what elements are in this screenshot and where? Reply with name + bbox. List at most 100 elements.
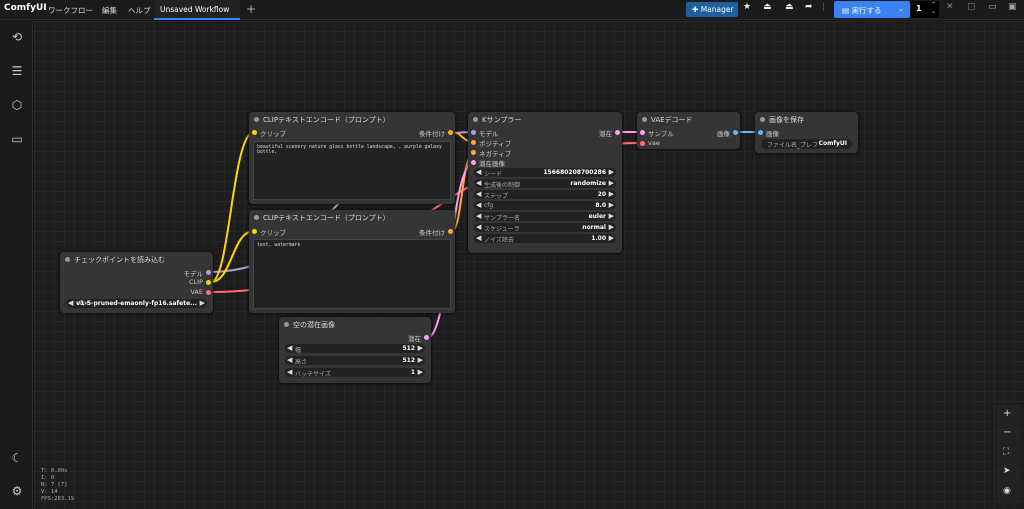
output-model-slot[interactable] <box>206 270 211 275</box>
settings-gear-icon[interactable]: ⚙ <box>9 484 25 498</box>
zoom-out-icon[interactable]: − <box>1003 427 1011 438</box>
theme-toggle-icon[interactable]: ☾ <box>9 451 25 465</box>
input-samples-slot[interactable] <box>640 130 645 135</box>
arrow-right-icon[interactable]: ▶ <box>609 234 614 242</box>
model-download-icon[interactable]: ⏏ <box>763 2 772 12</box>
arrow-right-icon[interactable]: ▶ <box>609 179 614 187</box>
arrow-left-icon[interactable]: ◀ <box>287 368 292 376</box>
input-model-slot[interactable] <box>471 130 476 135</box>
fit-view-icon[interactable]: ⛶ <box>1003 447 1009 457</box>
node-library-icon[interactable]: ⬡ <box>9 98 25 112</box>
ckpt-name-combo[interactable]: ◀ ckpt v1-5-pruned-emaonly-fp16.safete..… <box>66 299 207 308</box>
widget-label: サンプラー名 <box>484 215 520 222</box>
input-clip-slot[interactable] <box>252 130 257 135</box>
batch-size-widget[interactable]: ◀ バッチサイズ 1 ▶ <box>285 368 425 378</box>
prompt-textarea[interactable]: text, watermark <box>253 239 451 309</box>
star-icon[interactable]: ★ <box>743 2 751 12</box>
arrow-right-icon[interactable]: ▶ <box>609 190 614 198</box>
output-latent-slot[interactable] <box>424 335 429 340</box>
output-conditioning-slot[interactable] <box>448 130 453 135</box>
menu-help[interactable]: ヘルプ <box>128 5 151 16</box>
widget-value: 512 <box>402 357 415 364</box>
arrow-right-icon[interactable]: ▶ <box>609 201 614 209</box>
width-widget[interactable]: ◀ 幅 512 ▶ <box>285 344 425 354</box>
arrow-right-icon[interactable]: ▶ <box>418 356 423 364</box>
node-checkpoint-loader[interactable]: チェックポイントを読み込む モデル CLIP VAE ◀ ckpt v1-5-p… <box>60 252 213 313</box>
queue-icon[interactable]: ☰ <box>9 64 25 78</box>
new-tab-button[interactable]: + <box>246 2 256 16</box>
steps-widget[interactable]: ◀ ステップ 20 ▶ <box>474 190 616 200</box>
widget-label: 生成後の制御 <box>484 182 521 189</box>
node-title: CLIPテキストエンコード（プロンプト） <box>249 112 455 125</box>
arrow-left-icon[interactable]: ◀ <box>476 179 481 187</box>
zoom-in-icon[interactable]: + <box>1003 408 1011 419</box>
prompt-textarea[interactable]: beautiful scenery nature glass bottle la… <box>253 141 451 200</box>
output-clip-slot[interactable] <box>206 280 211 285</box>
arrow-left-icon[interactable]: ◀ <box>476 223 481 231</box>
node-save-image[interactable]: 画像を保存 画像 ファイル名_プレフ ComfyUI <box>755 112 858 153</box>
input-images-slot[interactable] <box>758 130 763 135</box>
denoise-widget[interactable]: ◀ ノイズ除去 1.00 ▶ <box>474 234 616 244</box>
arrow-left-icon[interactable]: ◀ <box>476 234 481 242</box>
arrow-left-icon[interactable]: ◀ <box>476 190 481 198</box>
node-empty-latent-image[interactable]: 空の潜在画像 潜在 ◀ 幅 512 ▶ ◀ 高さ 512 ▶ ◀ バッチサイズ … <box>279 317 431 383</box>
toggle-links-eye-icon[interactable]: ◉ <box>1003 486 1011 496</box>
focus-mode-icon[interactable]: ▣ <box>1008 2 1017 12</box>
node-vae-decode[interactable]: VAEデコード サンプル vae 画像 <box>637 112 740 149</box>
bottom-panel-icon[interactable]: ▭ <box>988 2 997 12</box>
node-ksampler[interactable]: Kサンプラー モデル ポジティブ ネガティブ 潜在画像 潜在 ◀ シード 156… <box>468 112 622 253</box>
scheduler-widget[interactable]: ◀ スケジューラ normal ▶ <box>474 223 616 233</box>
arrow-right-icon[interactable]: ▶ <box>418 368 423 376</box>
input-negative-slot[interactable] <box>471 150 476 155</box>
node-clip-text-encode-negative[interactable]: CLIPテキストエンコード（プロンプト） クリップ 条件付け text, wat… <box>249 210 455 313</box>
arrow-left-icon[interactable]: ◀ <box>68 299 73 307</box>
history-icon[interactable]: ⟲ <box>9 30 25 44</box>
input-clip-slot[interactable] <box>252 229 257 234</box>
arrow-left-icon[interactable]: ◀ <box>476 212 481 220</box>
arrow-left-icon[interactable]: ◀ <box>476 201 481 209</box>
sampler-name-widget[interactable]: ◀ サンプラー名 euler ▶ <box>474 212 616 222</box>
puzzle-icon: ✚ <box>692 5 699 14</box>
stepper-icon[interactable]: ⌃ ⌄ <box>931 1 936 15</box>
output-image-slot[interactable] <box>733 130 738 135</box>
input-positive-slot[interactable] <box>471 140 476 145</box>
select-mode-icon[interactable]: ➤ <box>1003 466 1011 476</box>
widget-value: normal <box>582 224 606 231</box>
menu-workflow[interactable]: ワークフロー <box>48 5 93 16</box>
run-button[interactable]: ▤ 実行する ⌄ <box>834 1 910 18</box>
arrow-right-icon[interactable]: ▶ <box>418 344 423 352</box>
arrow-right-icon[interactable]: ▶ <box>609 223 614 231</box>
arrow-right-icon[interactable]: ▶ <box>609 212 614 220</box>
model-update-icon[interactable]: ⏏ <box>785 2 794 12</box>
app-logo[interactable]: ComfyUI <box>4 3 47 13</box>
manager-button[interactable]: ✚ Manager <box>686 2 738 17</box>
input-latent-slot[interactable] <box>471 160 476 165</box>
filename-prefix-widget[interactable]: ファイル名_プレフ ComfyUI <box>761 139 852 149</box>
arrow-left-icon[interactable]: ◀ <box>287 344 292 352</box>
node-clip-text-encode-positive[interactable]: CLIPテキストエンコード（プロンプト） クリップ 条件付け beautiful… <box>249 112 455 204</box>
separator: | <box>822 2 826 12</box>
batch-count-input[interactable]: 1 ⌃ ⌄ <box>911 1 939 18</box>
widget-label: シード <box>484 171 503 178</box>
tab-unsaved-workflow[interactable]: Unsaved Workflow <box>154 0 240 20</box>
output-latent-slot[interactable] <box>615 130 620 135</box>
close-icon[interactable]: ✕ <box>946 2 954 12</box>
height-widget[interactable]: ◀ 高さ 512 ▶ <box>285 356 425 366</box>
chevron-down-icon[interactable]: ⌄ <box>898 4 904 13</box>
share-icon[interactable]: ➦ <box>805 2 813 12</box>
folder-icon[interactable]: ▭ <box>9 132 25 146</box>
arrow-right-icon[interactable]: ▶ <box>200 299 205 307</box>
panel-icon[interactable]: ▢ <box>967 2 976 12</box>
cfg-widget[interactable]: ◀ cfg 8.0 ▶ <box>474 201 616 210</box>
input-vae-slot[interactable] <box>640 141 645 146</box>
seed-widget[interactable]: ◀ シード 156680208700286 ▶ <box>474 168 616 178</box>
arrow-left-icon[interactable]: ◀ <box>287 356 292 364</box>
output-conditioning-slot[interactable] <box>448 229 453 234</box>
arrow-right-icon[interactable]: ▶ <box>609 168 614 176</box>
output-vae-slot[interactable] <box>206 290 211 295</box>
menu-edit[interactable]: 編集 <box>102 5 117 16</box>
node-title: CLIPテキストエンコード（プロンプト） <box>249 210 455 223</box>
arrow-left-icon[interactable]: ◀ <box>476 168 481 176</box>
control-after-generate-widget[interactable]: ◀ 生成後の制御 randomize ▶ <box>474 179 616 189</box>
input-samples-label: サンプル <box>648 130 674 138</box>
